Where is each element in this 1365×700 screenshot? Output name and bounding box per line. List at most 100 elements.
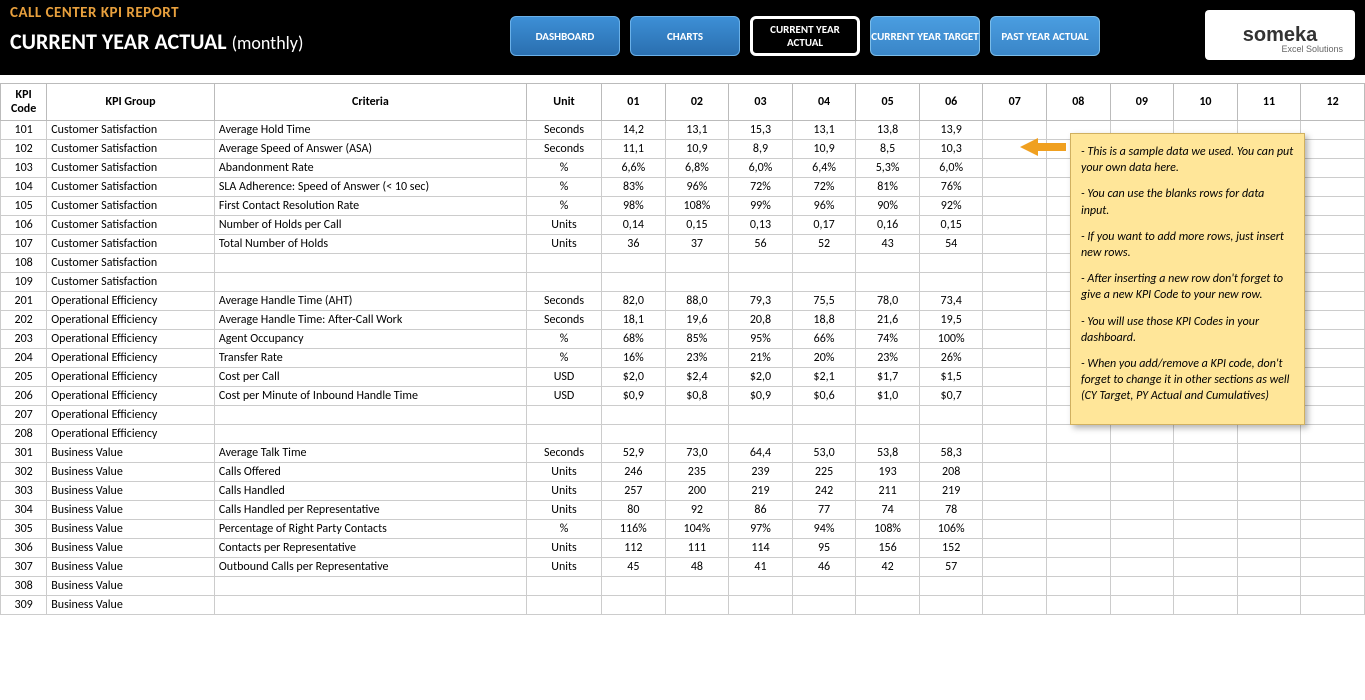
value-cell[interactable]: [1301, 178, 1365, 197]
cell[interactable]: Units: [526, 216, 601, 235]
value-cell[interactable]: [1237, 558, 1301, 577]
value-cell[interactable]: [1301, 292, 1365, 311]
value-cell[interactable]: [1174, 558, 1238, 577]
value-cell[interactable]: [602, 577, 666, 596]
value-cell[interactable]: [983, 596, 1047, 615]
value-cell[interactable]: 208: [919, 463, 983, 482]
value-cell[interactable]: 73,0: [665, 444, 729, 463]
value-cell[interactable]: [1301, 197, 1365, 216]
value-cell[interactable]: 95: [792, 539, 856, 558]
value-cell[interactable]: [983, 501, 1047, 520]
cell[interactable]: 306: [1, 539, 47, 558]
value-cell[interactable]: [983, 178, 1047, 197]
value-cell[interactable]: [1110, 520, 1174, 539]
value-cell[interactable]: [1301, 596, 1365, 615]
cell[interactable]: Business Value: [47, 539, 215, 558]
cell[interactable]: 101: [1, 121, 47, 140]
value-cell[interactable]: 23%: [856, 349, 920, 368]
cell[interactable]: Customer Satisfaction: [47, 197, 215, 216]
value-cell[interactable]: [983, 216, 1047, 235]
value-cell[interactable]: 52,9: [602, 444, 666, 463]
value-cell[interactable]: 74: [856, 501, 920, 520]
value-cell[interactable]: 15,3: [729, 121, 793, 140]
value-cell[interactable]: 72%: [729, 178, 793, 197]
value-cell[interactable]: [1301, 273, 1365, 292]
cell[interactable]: USD: [526, 368, 601, 387]
cell[interactable]: Business Value: [47, 558, 215, 577]
value-cell[interactable]: [983, 197, 1047, 216]
value-cell[interactable]: [1301, 311, 1365, 330]
value-cell[interactable]: $2,4: [665, 368, 729, 387]
cell[interactable]: [214, 425, 526, 444]
value-cell[interactable]: 56: [729, 235, 793, 254]
value-cell[interactable]: 6,0%: [919, 159, 983, 178]
value-cell[interactable]: [983, 235, 1047, 254]
cell[interactable]: Seconds: [526, 292, 601, 311]
cell[interactable]: 207: [1, 406, 47, 425]
cell[interactable]: Units: [526, 539, 601, 558]
value-cell[interactable]: 257: [602, 482, 666, 501]
value-cell[interactable]: [983, 292, 1047, 311]
value-cell[interactable]: [1301, 121, 1365, 140]
value-cell[interactable]: [665, 425, 729, 444]
cell[interactable]: 305: [1, 520, 47, 539]
cell[interactable]: 201: [1, 292, 47, 311]
value-cell[interactable]: [1110, 444, 1174, 463]
value-cell[interactable]: [919, 596, 983, 615]
value-cell[interactable]: 0,15: [665, 216, 729, 235]
value-cell[interactable]: [856, 273, 920, 292]
cell[interactable]: [526, 577, 601, 596]
cell[interactable]: Operational Efficiency: [47, 406, 215, 425]
value-cell[interactable]: [983, 463, 1047, 482]
cell[interactable]: 109: [1, 273, 47, 292]
value-cell[interactable]: 75,5: [792, 292, 856, 311]
value-cell[interactable]: [1301, 235, 1365, 254]
value-cell[interactable]: [983, 539, 1047, 558]
value-cell[interactable]: 20,8: [729, 311, 793, 330]
value-cell[interactable]: [1110, 463, 1174, 482]
value-cell[interactable]: [729, 254, 793, 273]
value-cell[interactable]: 19,6: [665, 311, 729, 330]
value-cell[interactable]: [665, 273, 729, 292]
value-cell[interactable]: [856, 254, 920, 273]
value-cell[interactable]: [919, 577, 983, 596]
value-cell[interactable]: [983, 121, 1047, 140]
value-cell[interactable]: 111: [665, 539, 729, 558]
current-year-target-button[interactable]: CURRENT YEAR TARGET: [870, 16, 980, 56]
value-cell[interactable]: 108%: [856, 520, 920, 539]
value-cell[interactable]: $2,1: [792, 368, 856, 387]
value-cell[interactable]: [1110, 425, 1174, 444]
value-cell[interactable]: 21,6: [856, 311, 920, 330]
value-cell[interactable]: 53,0: [792, 444, 856, 463]
cell[interactable]: Average Hold Time: [214, 121, 526, 140]
value-cell[interactable]: 0,14: [602, 216, 666, 235]
value-cell[interactable]: 80: [602, 501, 666, 520]
cell[interactable]: Operational Efficiency: [47, 292, 215, 311]
value-cell[interactable]: 193: [856, 463, 920, 482]
value-cell[interactable]: 85%: [665, 330, 729, 349]
cell[interactable]: Operational Efficiency: [47, 425, 215, 444]
value-cell[interactable]: [1301, 216, 1365, 235]
cell[interactable]: Seconds: [526, 121, 601, 140]
value-cell[interactable]: 116%: [602, 520, 666, 539]
cell[interactable]: 108: [1, 254, 47, 273]
value-cell[interactable]: [1301, 539, 1365, 558]
cell[interactable]: 208: [1, 425, 47, 444]
value-cell[interactable]: [983, 254, 1047, 273]
value-cell[interactable]: 92%: [919, 197, 983, 216]
cell[interactable]: [526, 273, 601, 292]
value-cell[interactable]: [1174, 501, 1238, 520]
value-cell[interactable]: 112: [602, 539, 666, 558]
value-cell[interactable]: [1047, 577, 1111, 596]
table-row[interactable]: 304Business ValueCalls Handled per Repre…: [1, 501, 1365, 520]
value-cell[interactable]: [919, 254, 983, 273]
value-cell[interactable]: [1301, 387, 1365, 406]
cell[interactable]: Calls Offered: [214, 463, 526, 482]
value-cell[interactable]: 0,17: [792, 216, 856, 235]
value-cell[interactable]: [792, 273, 856, 292]
value-cell[interactable]: 90%: [856, 197, 920, 216]
value-cell[interactable]: [792, 425, 856, 444]
value-cell[interactable]: 64,4: [729, 444, 793, 463]
value-cell[interactable]: [1301, 482, 1365, 501]
cell[interactable]: Customer Satisfaction: [47, 273, 215, 292]
